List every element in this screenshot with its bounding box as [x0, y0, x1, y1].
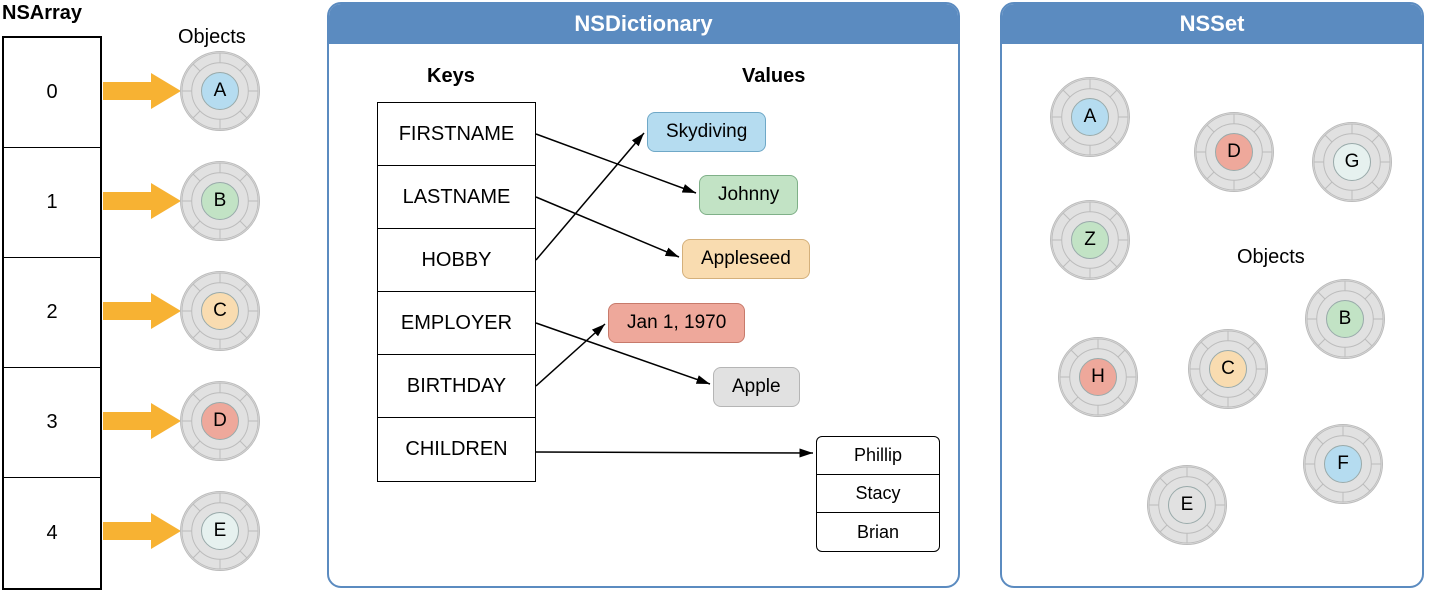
value-pill: Apple [713, 367, 800, 407]
object-letter: A [201, 72, 239, 110]
object-token: D [1194, 112, 1274, 192]
nsarray-index-table: 0 1 2 3 4 [2, 36, 102, 590]
object-token: D [180, 381, 260, 461]
key-cell: EMPLOYER [378, 292, 535, 355]
nsarray-index: 4 [4, 478, 100, 588]
object-letter: B [201, 182, 239, 220]
object-token: F [1303, 424, 1383, 504]
nsset-objects-label: Objects [1237, 246, 1305, 269]
nsdictionary-panel: NSDictionary Keys Values FIRSTNAME LASTN… [327, 2, 960, 588]
object-token: A [180, 51, 260, 131]
object-letter: A [1071, 98, 1109, 136]
children-item: Brian [817, 513, 939, 551]
key-cell: LASTNAME [378, 166, 535, 229]
nsarray-index: 3 [4, 368, 100, 478]
object-token: C [180, 271, 260, 351]
value-pill: Appleseed [682, 239, 810, 279]
children-list: Phillip Stacy Brian [816, 436, 940, 552]
object-token: C [1188, 329, 1268, 409]
keys-label: Keys [427, 65, 475, 88]
object-letter: C [201, 292, 239, 330]
key-cell: CHILDREN [378, 418, 535, 481]
object-token: G [1312, 122, 1392, 202]
object-token: A [1050, 77, 1130, 157]
object-letter: B [1326, 300, 1364, 338]
values-label: Values [742, 65, 805, 88]
value-pill: Skydiving [647, 112, 766, 152]
nsarray-title: NSArray [2, 2, 82, 25]
object-token: B [1305, 279, 1385, 359]
children-item: Phillip [817, 437, 939, 475]
children-item: Stacy [817, 475, 939, 513]
value-pill: Jan 1, 1970 [608, 303, 745, 343]
object-token: Z [1050, 200, 1130, 280]
key-cell: BIRTHDAY [378, 355, 535, 418]
nsset-title: NSSet [1002, 4, 1422, 44]
key-cell: FIRSTNAME [378, 103, 535, 166]
nsarray-index: 1 [4, 148, 100, 258]
object-letter: H [1079, 358, 1117, 396]
nsset-panel: NSSet Objects A D G Z B H C F E [1000, 2, 1424, 588]
object-letter: D [1215, 133, 1253, 171]
object-letter: E [201, 512, 239, 550]
value-pill: Johnny [699, 175, 798, 215]
keys-table: FIRSTNAME LASTNAME HOBBY EMPLOYER BIRTHD… [377, 102, 536, 482]
object-token: E [180, 491, 260, 571]
object-letter: F [1324, 445, 1362, 483]
object-token: B [180, 161, 260, 241]
nsarray-index: 2 [4, 258, 100, 368]
nsarray-index: 0 [4, 38, 100, 148]
nsdictionary-title: NSDictionary [329, 4, 958, 44]
object-letter: C [1209, 350, 1247, 388]
object-letter: D [201, 402, 239, 440]
object-letter: Z [1071, 221, 1109, 259]
nsarray-objects: A B C D E [180, 36, 260, 586]
object-letter: G [1333, 143, 1371, 181]
object-token: H [1058, 337, 1138, 417]
key-cell: HOBBY [378, 229, 535, 292]
object-token: E [1147, 465, 1227, 545]
object-letter: E [1168, 486, 1206, 524]
